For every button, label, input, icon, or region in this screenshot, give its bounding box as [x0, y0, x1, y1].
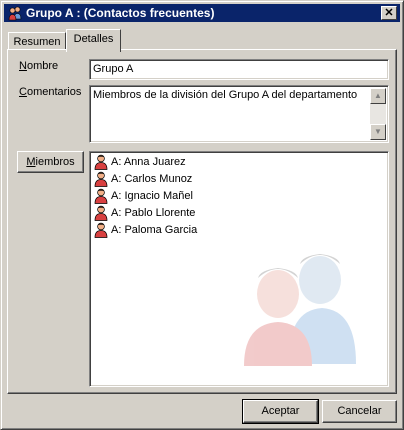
arrow-up-icon: ▲ — [374, 91, 382, 100]
name-field-value: Grupo A — [93, 63, 134, 75]
group-watermark-icon — [244, 254, 356, 366]
tab-label: Resumen — [13, 36, 61, 48]
scroll-down-button[interactable]: ▼ — [370, 124, 386, 140]
close-button[interactable]: ✕ — [381, 6, 397, 20]
arrow-down-icon: ▼ — [374, 127, 382, 136]
person-icon — [94, 205, 108, 221]
member-name: A: Pablo Llorente — [111, 207, 196, 219]
comments-label: Comentarios — [19, 86, 82, 98]
comments-field-value: Miembros de la división del Grupo A del … — [93, 89, 358, 101]
accept-button[interactable]: Aceptar — [242, 399, 319, 424]
scroll-up-button[interactable]: ▲ — [370, 88, 386, 104]
cancel-button[interactable]: Cancelar — [322, 400, 397, 423]
comments-field[interactable]: Miembros de la división del Grupo A del … — [89, 85, 389, 143]
name-label: Nombre — [19, 60, 59, 72]
close-icon: ✕ — [384, 7, 394, 19]
name-field[interactable]: Grupo A — [89, 59, 389, 80]
cancel-button-label: Cancelar — [337, 405, 382, 417]
member-name: A: Ignacio Mañel — [111, 190, 193, 202]
member-name: A: Anna Juarez — [111, 156, 186, 168]
members-button[interactable]: Miembros — [17, 151, 84, 173]
member-name: A: Carlos Munoz — [111, 173, 193, 185]
tab-detalles[interactable]: Detalles — [66, 29, 121, 52]
member-name: A: Paloma Garcia — [111, 224, 198, 236]
dialog-window: Grupo A : (Contactos frecuentes) ✕ Resum… — [0, 0, 404, 430]
accept-button-label: Aceptar — [261, 405, 300, 417]
person-icon — [94, 171, 108, 187]
person-icon — [94, 154, 108, 170]
person-icon — [94, 188, 108, 204]
details-panel: Nombre Grupo A Comentarios Miembros de l… — [7, 49, 397, 394]
tab-label: Detalles — [73, 33, 114, 45]
members-list[interactable]: A: Anna Juarez A: Carlos Munoz A: Ignaci… — [89, 151, 389, 387]
group-contacts-icon — [8, 6, 22, 21]
title-bar[interactable]: Grupo A : (Contactos frecuentes) ✕ — [4, 4, 400, 22]
comments-scrollbar[interactable]: ▲ ▼ — [370, 88, 386, 140]
window-title: Grupo A : (Contactos frecuentes) — [26, 6, 215, 20]
person-icon — [94, 222, 108, 238]
